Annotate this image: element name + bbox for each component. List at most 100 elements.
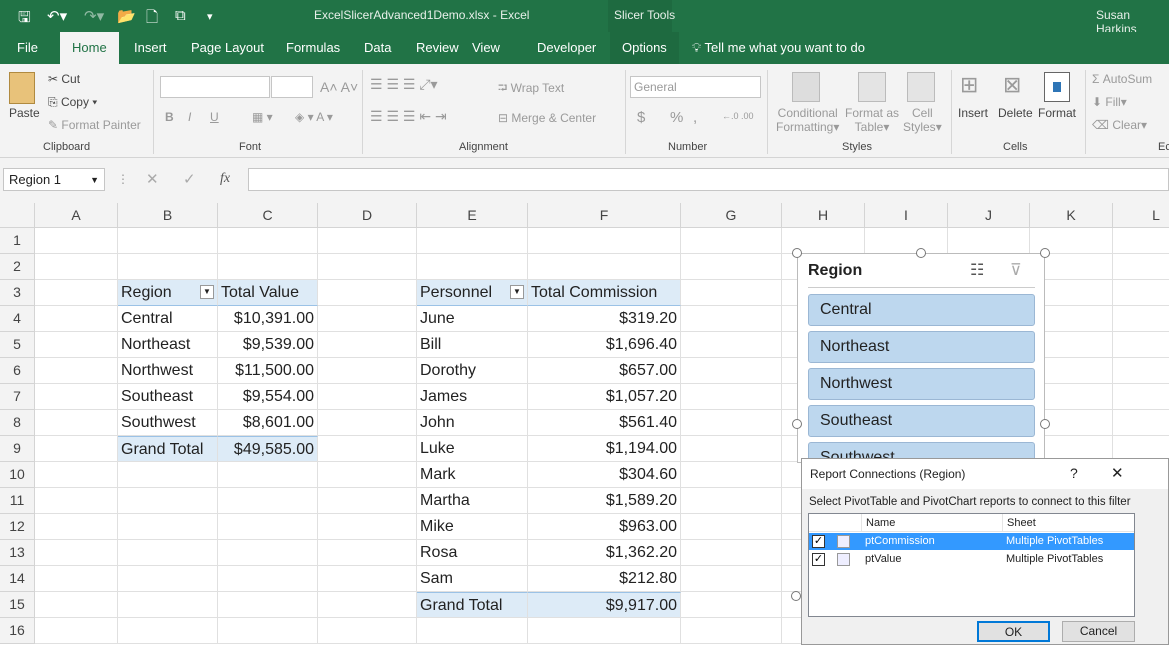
- format-painter-button[interactable]: ✎ Format Painter: [48, 118, 141, 132]
- clear-filter-icon[interactable]: ⊽: [1010, 260, 1022, 280]
- pivot-cell[interactable]: $8,601.00: [218, 410, 318, 436]
- cell[interactable]: [318, 462, 417, 488]
- region-slicer[interactable]: Region ☷ ⊽ Central Northeast Northwest Sout…: [792, 248, 1050, 474]
- cell[interactable]: [118, 462, 218, 488]
- cell[interactable]: [218, 618, 318, 644]
- pivot-header[interactable]: Region ▼: [118, 280, 218, 306]
- cell[interactable]: [35, 306, 118, 332]
- cell[interactable]: [1113, 384, 1169, 410]
- pivot-cell[interactable]: $1,362.20: [528, 540, 681, 566]
- insert-button[interactable]: Insert: [958, 106, 988, 120]
- cell[interactable]: [681, 592, 782, 618]
- cell[interactable]: [681, 410, 782, 436]
- connection-row[interactable]: ✓ ptCommission Multiple PivotTables: [809, 533, 1134, 550]
- checkbox[interactable]: ✓: [812, 553, 825, 566]
- hierarchy-icon[interactable]: ⧉: [175, 7, 186, 24]
- pivot-cell[interactable]: Mark: [417, 462, 528, 488]
- row-header-7[interactable]: 7: [0, 384, 35, 410]
- tab-view[interactable]: View: [460, 32, 512, 64]
- row-header-11[interactable]: 11: [0, 488, 35, 514]
- tab-data[interactable]: Data: [352, 32, 403, 64]
- row-header-8[interactable]: 8: [0, 410, 35, 436]
- cell[interactable]: [528, 618, 681, 644]
- redo-icon[interactable]: ↷▾: [84, 7, 104, 25]
- grand-total-cell[interactable]: $49,585.00: [218, 436, 318, 462]
- pivot-cell[interactable]: June: [417, 306, 528, 332]
- underline-button[interactable]: U: [210, 110, 219, 124]
- column-header-E[interactable]: E: [417, 203, 528, 228]
- filter-dropdown-icon[interactable]: ▼: [510, 285, 524, 299]
- cancel-button[interactable]: Cancel: [1062, 621, 1135, 642]
- cell[interactable]: [318, 280, 417, 306]
- cell[interactable]: [218, 488, 318, 514]
- cell[interactable]: [318, 540, 417, 566]
- pivot-cell[interactable]: Bill: [417, 332, 528, 358]
- cell[interactable]: [35, 540, 118, 566]
- pivot-cell[interactable]: $963.00: [528, 514, 681, 540]
- close-button[interactable]: ✕: [1111, 464, 1124, 482]
- cell[interactable]: [118, 592, 218, 618]
- cell[interactable]: [35, 436, 118, 462]
- row-header-9[interactable]: 9: [0, 436, 35, 462]
- vertical-align-icons[interactable]: ☰ ☰ ☰ ⤢▾: [370, 76, 438, 93]
- help-button[interactable]: ?: [1070, 465, 1078, 481]
- format-as-table-button[interactable]: Format as Table▾: [845, 106, 899, 134]
- tell-me-box[interactable]: 💡︎ Tell me what you want to do: [692, 40, 865, 56]
- pivot-cell[interactable]: $1,057.20: [528, 384, 681, 410]
- cell[interactable]: [1113, 254, 1169, 280]
- slicer-item-southeast[interactable]: Southeast: [808, 405, 1035, 437]
- cell[interactable]: [318, 566, 417, 592]
- fill-button[interactable]: ⬇ Fill▾: [1092, 95, 1127, 109]
- ok-button[interactable]: OK: [977, 621, 1050, 642]
- slicer-item-central[interactable]: Central: [808, 294, 1035, 326]
- cell[interactable]: [35, 514, 118, 540]
- cell[interactable]: [118, 540, 218, 566]
- row-header-5[interactable]: 5: [0, 332, 35, 358]
- cell[interactable]: [318, 514, 417, 540]
- cell[interactable]: [218, 254, 318, 280]
- cell[interactable]: [318, 488, 417, 514]
- pivot-cell[interactable]: Mike: [417, 514, 528, 540]
- clear-button[interactable]: ⌫ Clear▾: [1092, 118, 1147, 132]
- conditional-formatting-icon[interactable]: [792, 72, 820, 102]
- row-header-2[interactable]: 2: [0, 254, 35, 280]
- cell[interactable]: [1113, 228, 1169, 254]
- cell[interactable]: [681, 280, 782, 306]
- cell[interactable]: [218, 228, 318, 254]
- pivot-header[interactable]: Personnel ▼: [417, 280, 528, 306]
- format-as-table-icon[interactable]: [858, 72, 886, 102]
- cell-styles-button[interactable]: Cell Styles▾: [903, 106, 942, 134]
- cell[interactable]: [865, 228, 948, 254]
- cell[interactable]: [118, 254, 218, 280]
- cell[interactable]: [417, 228, 528, 254]
- cell[interactable]: [35, 592, 118, 618]
- cell[interactable]: [218, 540, 318, 566]
- cell[interactable]: [318, 228, 417, 254]
- grand-total-cell[interactable]: $9,917.00: [528, 592, 681, 618]
- cell[interactable]: [528, 254, 681, 280]
- cell[interactable]: [35, 384, 118, 410]
- pivot-cell[interactable]: $657.00: [528, 358, 681, 384]
- cell[interactable]: [118, 566, 218, 592]
- cell[interactable]: [318, 384, 417, 410]
- column-header-I[interactable]: I: [865, 203, 948, 228]
- cell[interactable]: [681, 228, 782, 254]
- cell[interactable]: [681, 488, 782, 514]
- format-cells-icon[interactable]: [1044, 72, 1070, 102]
- pivot-cell[interactable]: Rosa: [417, 540, 528, 566]
- cell[interactable]: [1113, 332, 1169, 358]
- column-header-F[interactable]: F: [528, 203, 681, 228]
- cell[interactable]: [681, 332, 782, 358]
- row-header-1[interactable]: 1: [0, 228, 35, 254]
- cell[interactable]: [948, 228, 1030, 254]
- name-column-header[interactable]: Name: [866, 517, 895, 529]
- pivot-cell[interactable]: $9,539.00: [218, 332, 318, 358]
- pivot-cell[interactable]: $10,391.00: [218, 306, 318, 332]
- row-header-15[interactable]: 15: [0, 592, 35, 618]
- tab-insert[interactable]: Insert: [122, 32, 179, 64]
- cell[interactable]: [681, 436, 782, 462]
- pivot-cell[interactable]: $304.60: [528, 462, 681, 488]
- cell[interactable]: [681, 540, 782, 566]
- undo-icon[interactable]: ↶▾: [47, 7, 67, 25]
- cell[interactable]: [1113, 306, 1169, 332]
